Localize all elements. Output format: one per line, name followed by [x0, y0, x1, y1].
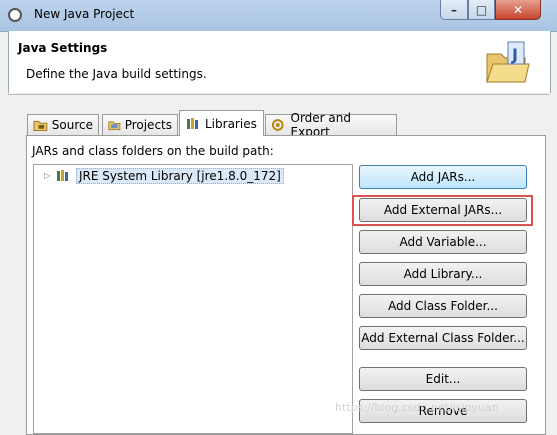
expand-arrow-icon[interactable]: ▷	[44, 171, 50, 180]
build-path-label: JARs and class folders on the build path…	[32, 144, 274, 158]
edit-button[interactable]: Edit...	[359, 367, 527, 391]
window-title: New Java Project	[34, 7, 135, 21]
minimize-button[interactable]: –	[440, 0, 468, 20]
header-divider	[8, 94, 549, 95]
eclipse-icon	[8, 8, 22, 22]
maximize-button[interactable]: □	[468, 0, 495, 20]
watermark: https://blog.csdn.net/jsjpyuan	[335, 401, 499, 414]
add-jars-button[interactable]: Add JARs...	[359, 165, 527, 189]
source-folder-icon	[33, 120, 48, 132]
add-variable-button[interactable]: Add Variable...	[359, 230, 527, 254]
page-title: Java Settings	[18, 41, 108, 55]
add-library-button[interactable]: Add Library...	[359, 262, 527, 286]
tab-projects-label: Projects	[124, 118, 172, 132]
add-external-class-folder-button[interactable]: Add External Class Folder...	[359, 326, 527, 350]
java-project-folder-icon: J	[486, 41, 530, 83]
close-button[interactable]: ✕	[495, 0, 541, 20]
build-path-tree[interactable]	[33, 164, 353, 434]
tab-source-label: Source	[51, 118, 93, 132]
jre-library-icon	[57, 170, 68, 181]
tab-libraries-label: Libraries	[205, 116, 257, 131]
highlight-box	[352, 195, 533, 226]
order-export-icon	[271, 119, 284, 131]
add-class-folder-button[interactable]: Add Class Folder...	[359, 294, 527, 318]
libraries-icon	[187, 117, 198, 129]
tab-order-export[interactable]: Order and Export	[265, 111, 397, 139]
tab-projects[interactable]: Projects	[102, 114, 178, 135]
projects-icon	[108, 121, 121, 131]
tree-item-jre-system-library[interactable]: JRE System Library [jre1.8.0_172]	[76, 168, 284, 184]
page-description: Define the Java build settings.	[26, 67, 207, 81]
tab-libraries[interactable]: Libraries	[179, 110, 264, 136]
tab-source[interactable]: Source	[27, 114, 99, 135]
svg-text:J: J	[511, 45, 518, 64]
